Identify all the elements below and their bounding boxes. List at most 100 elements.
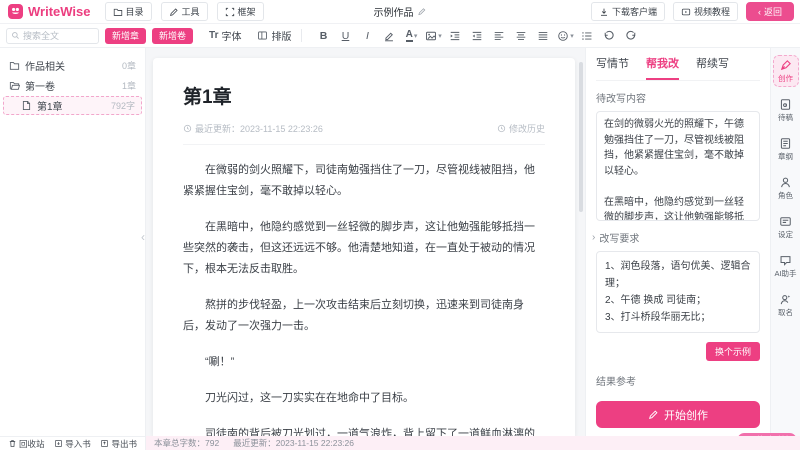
rail-item-settings[interactable]: 设定 [773,211,799,243]
start-writing-button[interactable]: 开始创作 [596,401,760,428]
folder-icon [113,7,123,17]
italic-button[interactable]: I [357,27,377,45]
search-icon [11,31,20,40]
insert-image-button[interactable]: ▾ [423,27,443,45]
import-book-button[interactable]: 导入书 [54,438,91,450]
rail-item-label: AI助手 [774,268,796,279]
paragraph[interactable]: 刀光闪过，这一刀实实在在地命中了目标。 [183,388,545,409]
requirements-input[interactable]: 1、润色段落，语句优美、逻辑合理； 2、午德 换成 司徒南； 3、打斗桥段华丽无… [596,251,760,333]
paragraph[interactable]: 司徒南的背后被刀光划过，一道气浪炸，背上留下了一道鲜血淋漓的伤口。 [183,424,545,436]
redo-button[interactable] [621,27,641,45]
change-sample-button[interactable]: 换个示例 [706,342,760,361]
rail-item-create[interactable]: 创作 [773,55,799,87]
indent-button[interactable] [445,27,465,45]
indent-icon [449,30,461,42]
frog-logo-icon [8,4,23,19]
requirement-item[interactable]: 3、打斗桥段华丽无比； [605,309,751,326]
redo-icon [625,30,637,42]
list-button[interactable] [577,27,597,45]
editor-scrollbar[interactable] [579,62,583,212]
paragraph[interactable]: 熬拼的步伐轻盈，上一次攻击结束后立刻切换，迅速来到司徒南身后，发动了一次强力一击… [183,295,545,337]
brand: WriteWise [0,4,91,19]
rail-item-chapter-outline[interactable]: 章纲 [773,133,799,165]
format-menu-button[interactable]: 排版 [257,28,291,43]
editor-page: 第1章 最近更新：2023-11-15 22:23:26 修改历史 在微弱的剑火… [153,58,575,436]
rewrite-content-input[interactable]: 在剑的微弱火光的照耀下，午德勉强挡住了一刀，尽管视线被阻挡，他紧紧握住宝剑，毫不… [596,111,760,221]
rail-item-label: 设定 [778,229,793,240]
nav-frame-button[interactable]: 框架 [217,2,264,21]
requirement-item[interactable]: 1、润色段落，语句优美、逻辑合理； [605,258,751,292]
back-button[interactable]: ‹ 返回 [746,2,794,21]
edit-title-icon[interactable] [418,7,427,16]
underline-button[interactable]: U [335,27,355,45]
export-icon [100,439,109,448]
status-bar: 回收站 导入书 导出书 本章总字数：792 最近更新：2023-11-15 22… [0,436,800,450]
nav-tools-button[interactable]: 工具 [161,2,208,21]
tree-item-chapter1-selected[interactable]: 第1章 792字 [3,96,142,115]
download-client-button[interactable]: 下载客户端 [591,2,665,21]
align-left-button[interactable] [489,27,509,45]
new-volume-button[interactable]: 新增卷 [152,28,193,44]
tree-item-works[interactable]: 作品相关 0章 [0,55,145,75]
tree-item-label: 作品相关 [25,58,65,73]
search-box[interactable] [6,28,99,44]
rail-item-label: 角色 [778,190,793,201]
pen-icon [169,7,179,17]
align-center-icon [515,30,527,42]
video-tutorial-button[interactable]: 视频教程 [673,2,738,21]
history-link[interactable]: 修改历史 [497,122,545,135]
search-input[interactable] [23,31,91,41]
paragraph[interactable]: 在黑暗中，他隐约感觉到一丝轻微的脚步声，这让他勉强能够抵挡一些突然的袭击，但这还… [183,217,545,280]
ai-assistant-panel: 写情节 帮我改 帮续写 待改写内容 在剑的微弱火光的照耀下，午德勉强挡住了一刀，… [585,48,770,436]
new-chapter-button[interactable]: 新增章 [105,28,146,44]
nav-catalog-button[interactable]: 目录 [105,2,152,21]
font-tr-icon: Tr [209,30,218,41]
assistant-tabs: 写情节 帮我改 帮续写 [596,55,760,81]
requirement-item[interactable]: 2、午德 换成 司徒南； [605,292,751,309]
emoji-icon [557,30,569,42]
layout-icon [257,30,268,41]
chapter-meta: 最近更新：2023-11-15 22:23:26 修改历史 [183,122,545,145]
download-icon [599,7,609,17]
recycle-bin-button[interactable]: 回收站 [8,438,45,450]
rail-item-draft[interactable]: 待稿 [773,94,799,126]
tab-write-plot[interactable]: 写情节 [596,55,629,80]
undo-button[interactable] [599,27,619,45]
editor-toolbar: 新增章 新增卷 Tr 字体 排版 B U I A▾ ▾ ▾ [0,24,800,48]
tree-item-volume1[interactable]: 第一卷 1章 [0,75,145,95]
tab-help-rewrite[interactable]: 帮我改 [646,55,679,80]
sidebar-footer: 回收站 导入书 导出书 [0,436,146,450]
rail-item-label: 待稿 [778,112,793,123]
chevron-right-icon[interactable]: › [592,232,595,243]
trash-icon [8,439,17,448]
align-justify-button[interactable] [533,27,553,45]
rail-item-ai-helper[interactable]: AI助手 [773,250,799,282]
word-count: 本章总字数：792 [154,437,219,449]
highlighter-button[interactable] [379,27,399,45]
rail-item-naming[interactable]: 取名 [773,289,799,321]
font-color-button[interactable]: A▾ [401,27,421,45]
footer-status: 本章总字数：792 最近更新：2023-11-15 22:23:26 [146,437,354,449]
export-book-button[interactable]: 导出书 [100,438,137,450]
chapter-title[interactable]: 第1章 [183,82,545,109]
emoji-button[interactable]: ▾ [555,27,575,45]
font-menu-button[interactable]: Tr 字体 [209,28,241,43]
chat-bubble-icon [779,254,792,267]
person-name-icon [779,293,792,306]
outdent-button[interactable] [467,27,487,45]
bold-button[interactable]: B [313,27,333,45]
font-color-icon: A [406,30,413,42]
clock-icon [183,124,192,133]
tree-item-count: 792字 [111,99,135,112]
tab-help-continue[interactable]: 帮续写 [696,55,729,80]
align-center-button[interactable] [511,27,531,45]
folder-open-icon [9,80,20,91]
tree-item-count: 0章 [122,59,136,72]
editor-content[interactable]: 在微弱的剑火照耀下，司徒南勉强挡住了一刀，尽管视线被阻挡，他紧紧握住宝剑，毫不敢… [183,160,545,436]
rail-item-characters[interactable]: 角色 [773,172,799,204]
editor-canvas: 第1章 最近更新：2023-11-15 22:23:26 修改历史 在微弱的剑火… [146,48,585,436]
sidebar-collapse-handle[interactable]: ‹ [141,230,145,244]
paragraph[interactable]: “唰！” [183,352,545,373]
paragraph[interactable]: 在微弱的剑火照耀下，司徒南勉强挡住了一刀，尽管视线被阻挡，他紧紧握住宝剑，毫不敢… [183,160,545,202]
requirements-header: › 改写要求 [596,230,760,245]
